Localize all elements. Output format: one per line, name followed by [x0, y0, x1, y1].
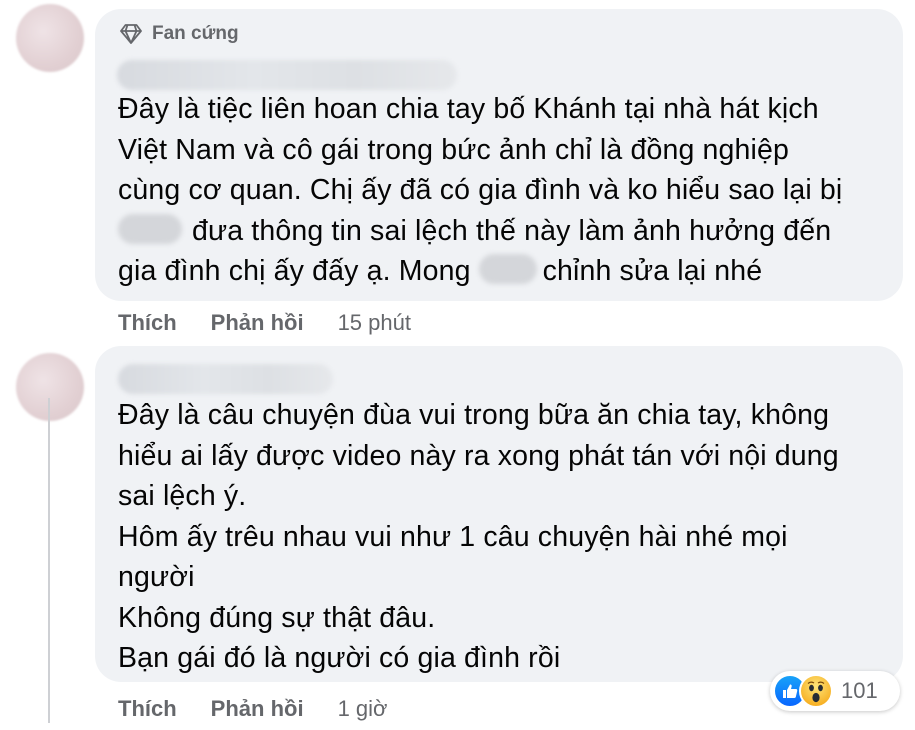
comment-line: cùng cơ quan. Chị ấy đã có gia đình và k…: [118, 174, 843, 206]
reaction-count: 101: [841, 678, 878, 703]
comment-timestamp[interactable]: 1 giờ: [338, 696, 388, 722]
comment-line: Không đúng sự thật đâu.: [118, 601, 436, 634]
comment-line: hiểu ai lấy được video này ra xong phát …: [118, 439, 839, 472]
comment-line-text: chỉnh sửa lại nhé: [542, 255, 763, 287]
reply-button[interactable]: Phản hồi: [211, 696, 304, 722]
comment-line: đưa thông tin sai lệch thế này làm ảnh h…: [118, 211, 842, 252]
comment-line: Bạn gái đó là người có gia đình rồi: [118, 642, 561, 674]
comment-line: Đây là tiệc liên hoan chia tay bố Khánh …: [118, 93, 819, 125]
redacted-text: [118, 213, 182, 244]
commenter-name[interactable]: [117, 60, 457, 90]
comment-line: người: [118, 561, 195, 593]
reply-thread-line: [48, 398, 50, 723]
comment-timestamp[interactable]: 15 phút: [338, 310, 411, 336]
comment-text: Đây là tiệc liên hoan chia tay bố Khánh …: [118, 89, 842, 292]
commenter-avatar[interactable]: [16, 353, 84, 421]
comment-line: gia đình chị ấy đấy ạ. Mong chỉnh sửa lại…: [118, 251, 842, 292]
badge-label: Fan cứng: [152, 23, 239, 44]
comment-line: Đây là câu chuyện đùa vui trong bữa ăn c…: [118, 399, 830, 431]
like-button[interactable]: Thích: [118, 696, 177, 722]
comment-bubble: Đây là câu chuyện đùa vui trong bữa ăn c…: [95, 346, 903, 682]
like-button[interactable]: Thích: [118, 310, 177, 336]
comment-actions: Thích Phản hồi 1 giờ: [118, 696, 387, 722]
comment-line: sai lệch ý.: [118, 480, 247, 512]
wow-icon: [799, 674, 833, 708]
comment-line-text: gia đình chị ấy đấy ạ. Mong: [118, 255, 471, 287]
comment-line: Việt Nam và cô gái trong bức ảnh chỉ là …: [118, 133, 790, 166]
comment-bubble: Fan cứng Đây là tiệc liên hoan chia tay …: [95, 9, 903, 301]
reaction-summary[interactable]: 101: [770, 671, 900, 711]
commenter-name[interactable]: [118, 364, 333, 394]
comment-actions: Thích Phản hồi 15 phút: [118, 310, 411, 336]
redacted-text: [478, 254, 537, 284]
comment-line-text: đưa thông tin sai lệch thế này làm ảnh h…: [192, 214, 832, 247]
reply-button[interactable]: Phản hồi: [211, 310, 304, 336]
top-fan-badge: Fan cứng: [119, 23, 239, 45]
diamond-icon: [120, 24, 142, 44]
comment-text: Đây là câu chuyện đùa vui trong bữa ăn c…: [118, 395, 839, 679]
comment-line: Hôm ấy trêu nhau vui như 1 câu chuyện hà…: [118, 520, 788, 553]
commenter-avatar[interactable]: [16, 4, 84, 72]
